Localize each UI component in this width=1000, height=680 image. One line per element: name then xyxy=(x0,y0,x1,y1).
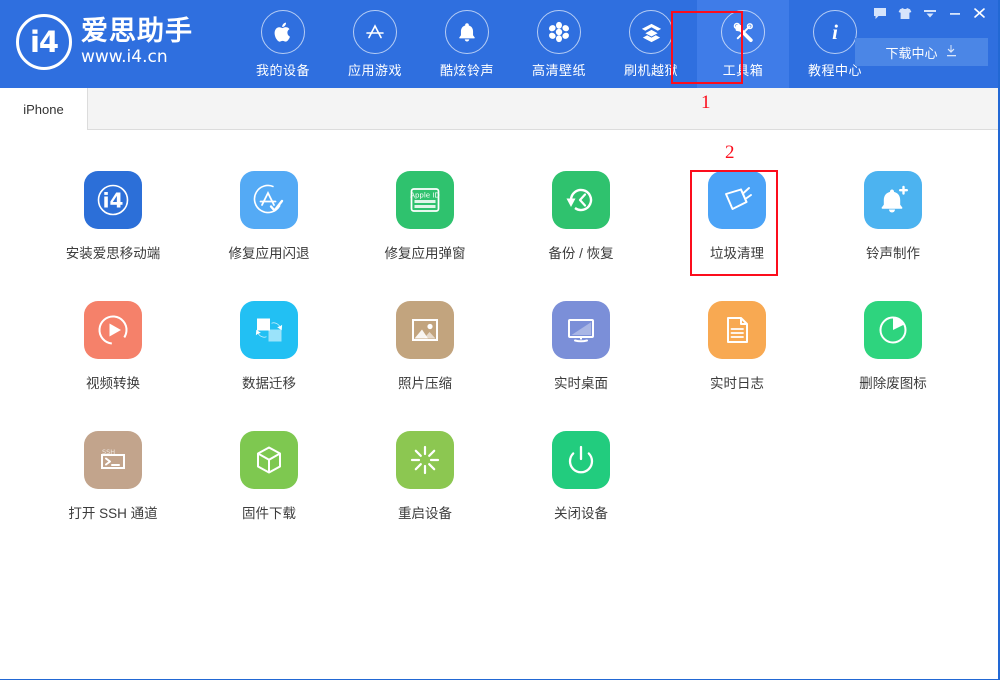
tool-label: 固件下载 xyxy=(242,506,296,521)
tool-label: 铃声制作 xyxy=(866,246,920,261)
tool-label: 安装爱思移动端 xyxy=(65,246,161,261)
nav-item-wallpapers[interactable]: 高清壁纸 xyxy=(513,0,605,88)
nav-item-ringtones[interactable]: 酷炫铃声 xyxy=(421,0,513,88)
tool-data-migration[interactable]: 数据迁移 xyxy=(191,292,347,400)
download-center-label: 下载中心 xyxy=(885,45,938,61)
nav-item-toolbox[interactable]: 工具箱 xyxy=(697,0,789,88)
play-circle-icon xyxy=(84,301,142,359)
document-icon xyxy=(708,301,766,359)
tool-label: 垃圾清理 xyxy=(710,246,764,261)
nav-label: 我的设备 xyxy=(255,63,310,78)
i4-assistant-window: i4 爱思助手 www.i4.cn 我的设备 应用游戏 酷炫铃声 高清壁纸 刷机… xyxy=(0,0,1000,680)
device-tab-strip: iPhone xyxy=(0,88,998,130)
tool-junk-cleanup[interactable]: 垃圾清理 xyxy=(659,162,815,270)
tool-video-convert[interactable]: 视频转换 xyxy=(35,292,191,400)
nav-label: 高清壁纸 xyxy=(531,63,586,78)
tool-label: 数据迁移 xyxy=(242,376,296,391)
migrate-icon xyxy=(240,301,298,359)
tab-label: iPhone xyxy=(23,101,64,117)
tool-label: 删除废图标 xyxy=(859,376,927,391)
svg-text:i: i xyxy=(832,20,838,44)
window-controls xyxy=(867,2,992,24)
tool-restart-device[interactable]: 重启设备 xyxy=(347,422,503,530)
toolbox-content: i4 安装爱思移动端 修复应用闪退 Apple ID 修复应用弹窗 备份 / 恢… xyxy=(0,130,998,679)
brand-name: 爱思助手 xyxy=(81,16,193,46)
menu-icon[interactable] xyxy=(917,2,942,24)
tool-live-desktop[interactable]: 实时桌面 xyxy=(503,292,659,400)
download-center-button[interactable]: 下载中心 xyxy=(855,38,988,66)
tool-label: 修复应用闪退 xyxy=(228,246,310,261)
nav-label: 教程中心 xyxy=(807,63,862,78)
tool-firmware-download[interactable]: 固件下载 xyxy=(191,422,347,530)
appstore-icon xyxy=(353,10,397,54)
bell-icon xyxy=(445,10,489,54)
tool-photo-compress[interactable]: 照片压缩 xyxy=(347,292,503,400)
tool-shutdown-device[interactable]: 关闭设备 xyxy=(503,422,659,530)
brand-logo: i4 爱思助手 www.i4.cn xyxy=(16,14,193,70)
svg-text:Apple ID: Apple ID xyxy=(410,192,440,200)
app-header: i4 爱思助手 www.i4.cn 我的设备 应用游戏 酷炫铃声 高清壁纸 刷机… xyxy=(0,0,998,88)
tool-open-ssh-tunnel[interactable]: SSH 打开 SSH 通道 xyxy=(35,422,191,530)
tool-label: 备份 / 恢复 xyxy=(548,246,614,261)
skin-icon[interactable] xyxy=(892,2,917,24)
tool-label: 实时桌面 xyxy=(554,376,608,391)
tools-icon xyxy=(721,10,765,54)
flower-icon xyxy=(537,10,581,54)
tool-backup-restore[interactable]: 备份 / 恢复 xyxy=(503,162,659,270)
nav-label: 应用游戏 xyxy=(347,63,402,78)
tool-label: 实时日志 xyxy=(710,376,764,391)
tool-grid: i4 安装爱思移动端 修复应用闪退 Apple ID 修复应用弹窗 备份 / 恢… xyxy=(6,162,998,530)
tool-label: 照片压缩 xyxy=(398,376,452,391)
close-icon[interactable] xyxy=(967,2,992,24)
nav-item-flash-jailbreak[interactable]: 刷机越狱 xyxy=(605,0,697,88)
nav-label: 酷炫铃声 xyxy=(439,63,494,78)
photo-icon xyxy=(396,301,454,359)
cube-icon xyxy=(240,431,298,489)
tool-label: 修复应用弹窗 xyxy=(384,246,466,261)
i4-app-icon: i4 xyxy=(84,171,142,229)
brand-url: www.i4.cn xyxy=(81,47,168,67)
monitor-icon xyxy=(552,301,610,359)
tool-remove-dead-icons[interactable]: 删除废图标 xyxy=(815,292,971,400)
apple-id-card-icon: Apple ID xyxy=(396,171,454,229)
tool-ringtone-maker[interactable]: 铃声制作 xyxy=(815,162,971,270)
pie-icon xyxy=(864,301,922,359)
tool-label: 打开 SSH 通道 xyxy=(68,506,158,521)
info-icon: i xyxy=(813,10,857,54)
minimize-icon[interactable] xyxy=(942,2,967,24)
nav-label: 工具箱 xyxy=(722,63,764,78)
restart-rays-icon xyxy=(396,431,454,489)
apple-icon xyxy=(261,10,305,54)
tool-label: 关闭设备 xyxy=(554,506,608,521)
ssh-terminal-icon: SSH xyxy=(84,431,142,489)
tool-label: 视频转换 xyxy=(86,376,140,391)
i4-logo-icon: i4 xyxy=(16,14,72,70)
main-nav: 我的设备 应用游戏 酷炫铃声 高清壁纸 刷机越狱 工具箱 i 教程中心 xyxy=(237,0,881,88)
tool-fix-app-crash[interactable]: 修复应用闪退 xyxy=(191,162,347,270)
broom-icon xyxy=(708,171,766,229)
power-icon xyxy=(552,431,610,489)
restore-arrow-icon xyxy=(552,171,610,229)
feedback-icon[interactable] xyxy=(867,2,892,24)
tab-iphone[interactable]: iPhone xyxy=(0,88,88,130)
nav-label: 刷机越狱 xyxy=(623,63,678,78)
tool-install-i4-mobile[interactable]: i4 安装爱思移动端 xyxy=(35,162,191,270)
nav-item-apps-games[interactable]: 应用游戏 xyxy=(329,0,421,88)
download-icon xyxy=(945,44,958,60)
tool-fix-app-popup[interactable]: Apple ID 修复应用弹窗 xyxy=(347,162,503,270)
tool-label: 重启设备 xyxy=(398,506,452,521)
appstore-check-icon xyxy=(240,171,298,229)
svg-text:i4: i4 xyxy=(103,189,124,213)
i4-logo-mark: i4 xyxy=(29,24,59,59)
bell-plus-icon xyxy=(864,171,922,229)
nav-item-my-device[interactable]: 我的设备 xyxy=(237,0,329,88)
box-open-icon xyxy=(629,10,673,54)
tool-live-log[interactable]: 实时日志 xyxy=(659,292,815,400)
